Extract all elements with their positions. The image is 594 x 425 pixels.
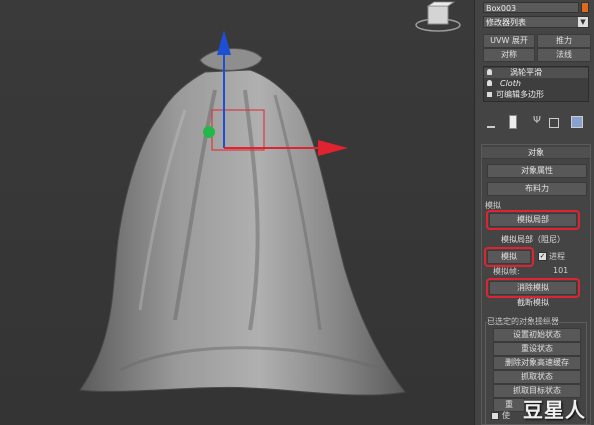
watermark-logo: 豆星人 — [523, 398, 586, 422]
sim-frame-value: 101 — [553, 266, 569, 275]
simulate-local-damped-button[interactable]: 模拟局部（阻尼） — [489, 233, 577, 247]
use-target-checkbox[interactable] — [491, 412, 499, 420]
set-initial-state-button[interactable]: 设置初始状态 — [493, 328, 581, 342]
viewport-3d[interactable] — [0, 0, 474, 425]
gizmo-z-arrow — [217, 30, 231, 55]
show-end-result-icon[interactable] — [509, 115, 517, 129]
make-unique-icon[interactable]: Ψ — [533, 116, 543, 126]
simulate-button[interactable]: 模拟 — [484, 247, 534, 267]
modifier-list-dropdown[interactable]: 修改器列表 ▼ — [483, 16, 589, 28]
rollout-title[interactable]: 对象 — [482, 147, 590, 159]
stack-item-editable-poly[interactable]: 可编辑多边形 — [484, 90, 588, 100]
viewport-scene — [79, 1, 461, 396]
bulb-icon[interactable] — [487, 69, 492, 75]
push-button[interactable]: 推力 — [537, 34, 591, 48]
bulb-icon[interactable] — [487, 80, 492, 86]
simulation-section-label: 模拟 — [485, 201, 501, 210]
object-properties-button[interactable]: 对象属性 — [487, 164, 587, 178]
stack-item-label: Cloth — [500, 79, 521, 88]
pin-stack-icon[interactable] — [487, 118, 495, 128]
gizmo-x-arrow — [318, 140, 348, 156]
remove-modifier-icon[interactable] — [549, 118, 559, 128]
stack-item-turbosmooth[interactable]: 涡轮平滑 — [484, 68, 588, 78]
stack-item-label: 可编辑多边形 — [496, 90, 544, 99]
command-panel: Box003 修改器列表 ▼ UVW 展开 推力 对称 法线 涡轮平滑 Clot… — [474, 0, 594, 425]
square-icon — [487, 92, 492, 97]
stack-item-label: 涡轮平滑 — [510, 68, 542, 77]
stack-item-cloth[interactable]: Cloth — [484, 79, 588, 89]
reset-state-button[interactable]: 重设状态 — [493, 342, 581, 356]
cloth-forces-button[interactable]: 布料力 — [487, 182, 587, 196]
viewcube-icon — [415, 1, 461, 32]
symmetry-button[interactable]: 对称 — [483, 48, 535, 62]
use-target-label: 使 — [502, 411, 510, 420]
normal-button[interactable]: 法线 — [537, 48, 591, 62]
object-color-swatch[interactable] — [581, 2, 589, 13]
truncate-simulation-button[interactable]: 截断模拟 — [489, 296, 577, 310]
object-name-field[interactable]: Box003 — [483, 2, 579, 13]
progress-label: 进程 — [549, 252, 565, 261]
progress-checkbox[interactable]: ✓ — [538, 252, 547, 261]
erase-simulation-button[interactable]: 消除模拟 — [486, 278, 580, 298]
simulate-local-button[interactable]: 模拟局部 — [486, 210, 580, 230]
sim-frame-label: 模拟帧: — [493, 267, 520, 276]
configure-sets-icon[interactable] — [571, 116, 583, 128]
grab-state-button[interactable]: 抓取状态 — [493, 370, 581, 384]
gizmo-y-handle — [203, 126, 215, 138]
modifier-stack: 涡轮平滑 Cloth 可编辑多边形 — [483, 66, 589, 102]
delete-object-cache-button[interactable]: 删除对象高速缓存 — [493, 356, 581, 370]
uvw-unwrap-button[interactable]: UVW 展开 — [483, 34, 535, 48]
chevron-down-icon: ▼ — [578, 17, 588, 27]
modifier-list-label: 修改器列表 — [486, 18, 526, 27]
